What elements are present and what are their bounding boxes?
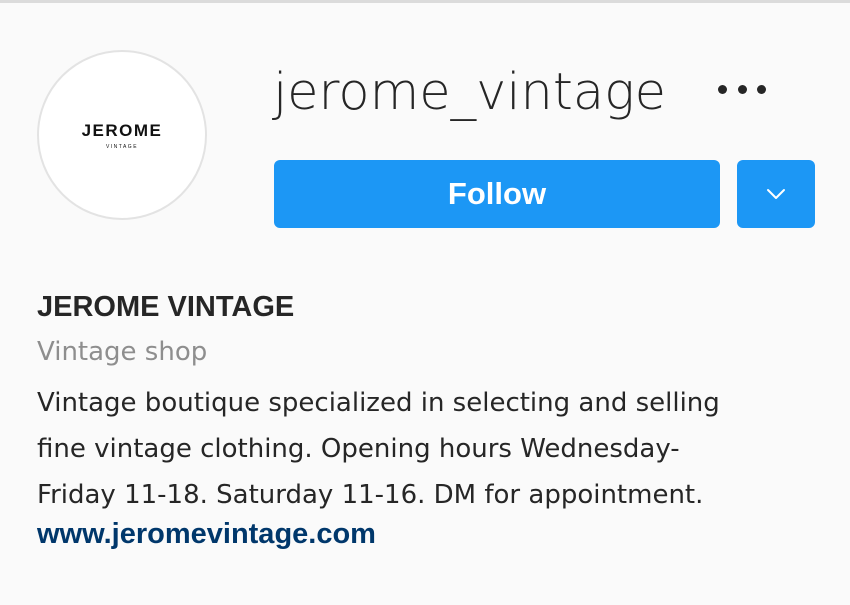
suggested-accounts-dropdown-button[interactable] [737,160,815,228]
more-options-button[interactable] [714,76,770,102]
bio-line: fine vintage clothing. Opening hours Wed… [37,434,680,464]
profile-username: jerome_vintage [273,63,667,122]
ellipsis-icon [718,84,727,94]
avatar-sub-text: VINTAGE [105,144,139,150]
chevron-down-icon [767,189,785,199]
profile-category: Vintage shop [37,337,208,367]
profile-website-link[interactable]: www.jeromevintage.com [37,516,376,552]
top-border-divider [0,0,850,3]
profile-bio: Vintage boutique specialized in selectin… [37,380,827,518]
profile-full-name: JEROME VINTAGE [37,291,295,323]
bio-line: Friday 11-18. Saturday 11-16. DM for app… [37,480,704,510]
ellipsis-icon [737,84,747,94]
bio-line: Vintage boutique specialized in selectin… [37,388,720,418]
avatar-brand-text: JEROME [81,121,163,140]
profile-avatar[interactable]: JEROME VINTAGE [37,50,207,220]
follow-button[interactable]: Follow [274,160,720,228]
ellipsis-icon [757,84,766,94]
